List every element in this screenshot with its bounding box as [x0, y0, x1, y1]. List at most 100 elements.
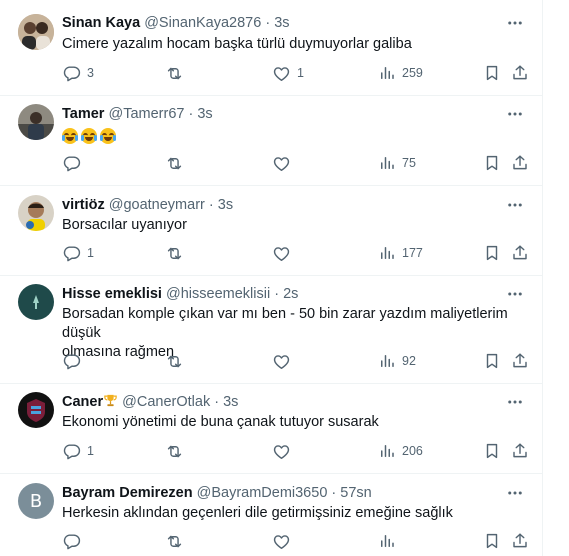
heart-icon — [272, 64, 291, 83]
views-icon — [378, 352, 396, 370]
views-button[interactable]: 92 — [378, 351, 416, 371]
retweet-button[interactable] — [165, 531, 190, 551]
retweet-icon — [165, 442, 184, 461]
views-button[interactable] — [378, 531, 402, 551]
views-button[interactable]: 75 — [378, 153, 416, 173]
avatar[interactable] — [18, 284, 54, 320]
avatar[interactable] — [18, 392, 54, 428]
author-handle[interactable]: @SinanKaya2876 — [144, 15, 261, 31]
tweet[interactable]: Hisse emeklisi @hisseemeklisii · 2s Bors… — [0, 276, 542, 384]
author-name[interactable]: Caner — [62, 394, 103, 410]
bookmark-button[interactable] — [483, 243, 501, 263]
author-name[interactable]: Sinan Kaya — [62, 15, 140, 31]
tweet-text: Borsacılar uyanıyor — [62, 217, 187, 233]
tweet-header: Sinan Kaya @SinanKaya2876 · 3s — [62, 14, 290, 32]
reply-icon — [62, 442, 81, 461]
like-button[interactable] — [272, 153, 297, 173]
author-handle[interactable]: @CanerOtlak — [122, 394, 210, 410]
retweet-button[interactable] — [165, 351, 190, 371]
reply-icon — [62, 532, 81, 551]
bookmark-icon — [483, 154, 501, 172]
tweet[interactable]: Sinan Kaya @SinanKaya2876 · 3s Cimere ya… — [0, 0, 542, 96]
separator: · — [265, 15, 271, 31]
avatar[interactable] — [18, 195, 54, 231]
tweet[interactable]: virtiöz @goatneymarr · 3s Borsacılar uya… — [0, 186, 542, 276]
separator: · — [214, 394, 220, 410]
share-button[interactable] — [511, 351, 529, 371]
more-icon[interactable] — [506, 196, 524, 214]
views-icon — [378, 154, 396, 172]
more-icon[interactable] — [506, 105, 524, 123]
tweet-header: Tamer @Tamerr67 · 3s — [62, 105, 213, 123]
views-button[interactable]: 206 — [378, 441, 423, 461]
tweet[interactable]: B Bayram Demirezen @BayramDemi3650 · 57s… — [0, 474, 542, 556]
reply-button[interactable]: 1 — [62, 441, 94, 461]
timestamp[interactable]: 57sn — [340, 485, 371, 501]
more-icon[interactable] — [506, 393, 524, 411]
like-button[interactable]: 1 — [272, 63, 304, 83]
avatar[interactable] — [18, 14, 54, 50]
like-button[interactable] — [272, 531, 297, 551]
more-icon[interactable] — [506, 484, 524, 502]
tweet-text: Ekonomi yönetimi de buna çanak tutuyor s… — [62, 414, 379, 430]
trophy-icon — [104, 394, 117, 407]
bookmark-button[interactable] — [483, 441, 501, 461]
tweet[interactable]: Caner @CanerOtlak · 3s Ekonomi yönetimi … — [0, 384, 542, 474]
views-button[interactable]: 177 — [378, 243, 423, 263]
retweet-button[interactable] — [165, 153, 190, 173]
more-icon[interactable] — [506, 14, 524, 32]
share-button[interactable] — [511, 243, 529, 263]
tweet-text — [62, 127, 534, 146]
author-name[interactable]: Hisse emeklisi — [62, 286, 162, 302]
retweet-icon — [165, 64, 184, 83]
author-handle[interactable]: @Tamerr67 — [108, 106, 184, 122]
reply-button[interactable] — [62, 531, 87, 551]
retweet-button[interactable] — [165, 441, 190, 461]
share-icon — [511, 532, 529, 550]
reply-icon — [62, 64, 81, 83]
reply-button[interactable]: 1 — [62, 243, 94, 263]
timestamp[interactable]: 3s — [223, 394, 238, 410]
share-button[interactable] — [511, 153, 529, 173]
separator: · — [331, 485, 337, 501]
timestamp[interactable]: 3s — [274, 15, 289, 31]
tweet[interactable]: Tamer @Tamerr67 · 3s 75 — [0, 96, 542, 186]
separator: · — [274, 286, 280, 302]
action-bar: 1 206 — [62, 441, 534, 461]
share-button[interactable] — [511, 63, 529, 83]
reply-button[interactable]: 3 — [62, 63, 94, 83]
author-name[interactable]: Tamer — [62, 106, 104, 122]
timestamp[interactable]: 2s — [283, 286, 298, 302]
retweet-button[interactable] — [165, 63, 190, 83]
tweet-text: Herkesin aklından geçenleri dile getirmi… — [62, 505, 453, 521]
view-count: 177 — [402, 246, 423, 260]
more-icon[interactable] — [506, 285, 524, 303]
author-handle[interactable]: @BayramDemi3650 — [197, 485, 328, 501]
share-button[interactable] — [511, 441, 529, 461]
tweet-header: Hisse emeklisi @hisseemeklisii · 2s — [62, 285, 298, 303]
share-button[interactable] — [511, 531, 529, 551]
timestamp[interactable]: 3s — [197, 106, 212, 122]
author-name[interactable]: Bayram Demirezen — [62, 485, 193, 501]
author-name[interactable]: virtiöz — [62, 197, 105, 213]
bookmark-button[interactable] — [483, 63, 501, 83]
reply-button[interactable] — [62, 351, 87, 371]
view-count: 259 — [402, 66, 423, 80]
avatar[interactable] — [18, 104, 54, 140]
views-icon — [378, 532, 396, 550]
bookmark-button[interactable] — [483, 351, 501, 371]
views-button[interactable]: 259 — [378, 63, 423, 83]
like-button[interactable] — [272, 243, 297, 263]
like-button[interactable] — [272, 441, 297, 461]
author-handle[interactable]: @hisseemeklisii — [166, 286, 270, 302]
action-bar: 75 — [62, 153, 534, 173]
bookmark-button[interactable] — [483, 531, 501, 551]
share-icon — [511, 64, 529, 82]
like-button[interactable] — [272, 351, 297, 371]
avatar[interactable]: B — [18, 483, 54, 519]
reply-button[interactable] — [62, 153, 87, 173]
timestamp[interactable]: 3s — [218, 197, 233, 213]
bookmark-button[interactable] — [483, 153, 501, 173]
author-handle[interactable]: @goatneymarr — [109, 197, 205, 213]
retweet-button[interactable] — [165, 243, 190, 263]
